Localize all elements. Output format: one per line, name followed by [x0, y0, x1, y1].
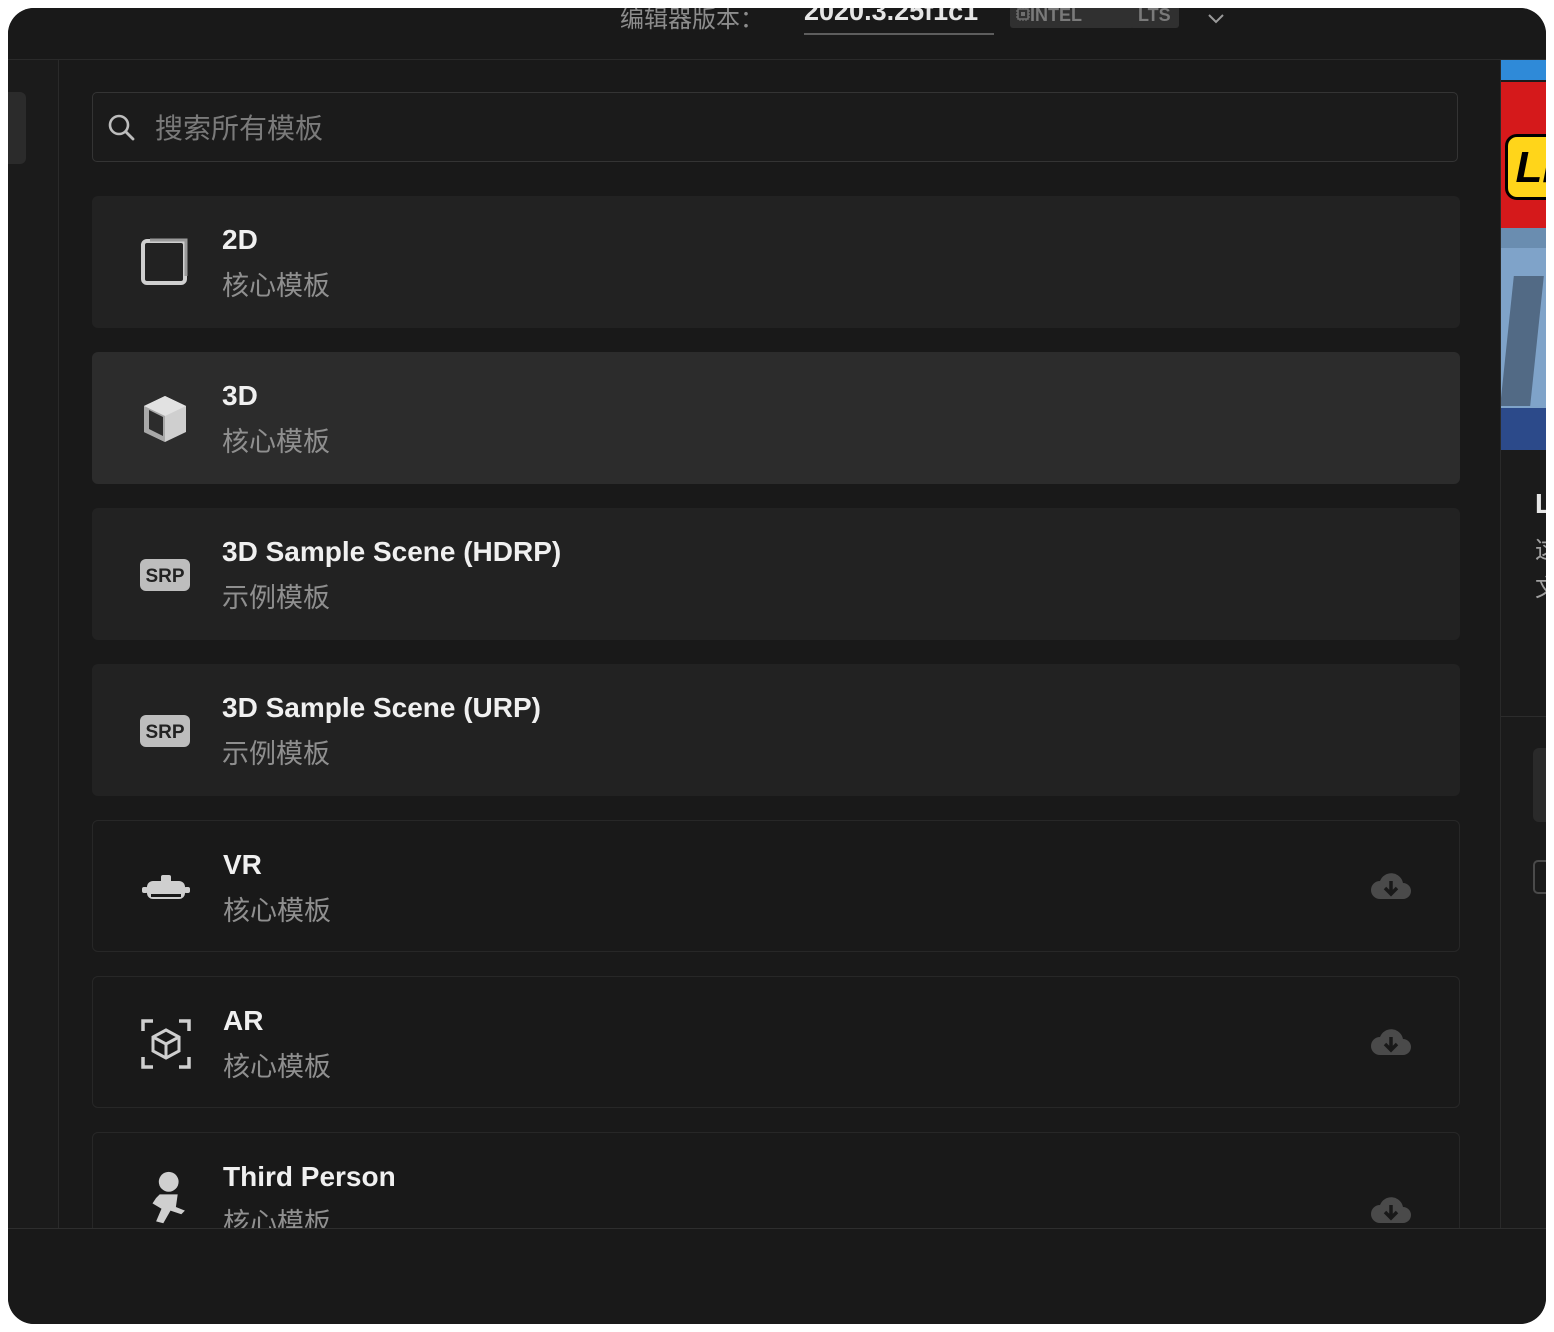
cloud-download-icon[interactable]: [1369, 1023, 1413, 1061]
sidebar-tab[interactable]: [8, 92, 26, 164]
template-title: 3D: [222, 380, 258, 411]
template-list-panel: 2D 核心模板 3D 核心模板 SRP 3D Sample Scene (HDR…: [59, 60, 1499, 1228]
template-subtitle: 核心模板: [222, 271, 330, 302]
svg-text:SRP: SRP: [145, 722, 184, 743]
srp-icon: SRP: [140, 715, 190, 747]
chip-icon: [1016, 8, 1030, 21]
cloud-download-icon[interactable]: [1369, 1191, 1413, 1228]
search-icon: [108, 114, 135, 141]
template-subtitle: 核心模板: [223, 1208, 331, 1228]
template-card-ar[interactable]: AR 核心模板: [92, 976, 1460, 1108]
template-card-hdrp[interactable]: SRP 3D Sample Scene (HDRP) 示例模板: [92, 508, 1460, 640]
unity-hub-window: 编辑器版本： 2020.3.25f1c1 INTEL LTS 搜索所有模板 2D…: [8, 8, 1546, 1324]
template-subtitle: 核心模板: [222, 427, 330, 458]
preview-description: 这: [1535, 530, 1546, 565]
cloud-download-icon[interactable]: [1369, 867, 1413, 905]
preview-banner: Ll: [1501, 82, 1546, 228]
editor-version-bar: 编辑器版本： 2020.3.25f1c1 INTEL LTS: [8, 8, 1546, 60]
square-2d-icon: [141, 238, 188, 285]
template-subtitle: 示例模板: [222, 583, 330, 614]
template-title: VR: [223, 849, 262, 880]
cube-3d-icon: [144, 396, 186, 442]
template-title: 3D Sample Scene (URP): [222, 692, 541, 723]
ar-cube-icon: [141, 1019, 191, 1069]
template-title: AR: [223, 1005, 264, 1036]
srp-icon: SRP: [140, 559, 190, 591]
project-name-field[interactable]: [1533, 748, 1546, 822]
footer-bar: [8, 1228, 1546, 1324]
template-card-vr[interactable]: VR 核心模板: [92, 820, 1460, 952]
template-preview-panel: Ll L 这 文: [1500, 60, 1546, 1228]
template-card-third-person[interactable]: Third Person 核心模板: [92, 1132, 1460, 1228]
template-subtitle: 核心模板: [223, 896, 331, 927]
intel-badge-label: INTEL: [1030, 8, 1082, 25]
template-search: [92, 92, 1458, 162]
search-input[interactable]: [153, 105, 1437, 151]
template-card-urp[interactable]: SRP 3D Sample Scene (URP) 示例模板: [92, 664, 1460, 796]
template-card-2d[interactable]: 2D 核心模板: [92, 196, 1460, 328]
divider: [1501, 716, 1546, 717]
preview-description: 文: [1535, 568, 1546, 603]
svg-text:SRP: SRP: [145, 566, 184, 587]
third-person-icon: [152, 1171, 185, 1224]
template-card-3d[interactable]: 3D 核心模板: [92, 352, 1460, 484]
preview-title: L: [1535, 488, 1546, 520]
editor-version-label: 编辑器版本：: [620, 8, 764, 33]
left-sidebar: [8, 60, 59, 1228]
template-title: 2D: [222, 224, 258, 255]
preview-image: [1501, 228, 1546, 450]
brand-logo: Ll: [1505, 134, 1546, 200]
template-subtitle: 核心模板: [223, 1052, 331, 1083]
template-subtitle: 示例模板: [222, 739, 330, 770]
preview-accent-bar: [1501, 60, 1546, 80]
template-title: Third Person: [223, 1161, 396, 1192]
lts-badge: LTS: [1130, 8, 1179, 28]
intel-badge: INTEL: [1010, 8, 1134, 28]
template-title: 3D Sample Scene (HDRP): [222, 536, 562, 567]
chevron-down-icon[interactable]: [1206, 8, 1226, 28]
editor-version-dropdown[interactable]: 2020.3.25f1c1: [804, 8, 994, 35]
vr-headset-icon: [142, 875, 190, 899]
location-field[interactable]: [1533, 860, 1546, 894]
